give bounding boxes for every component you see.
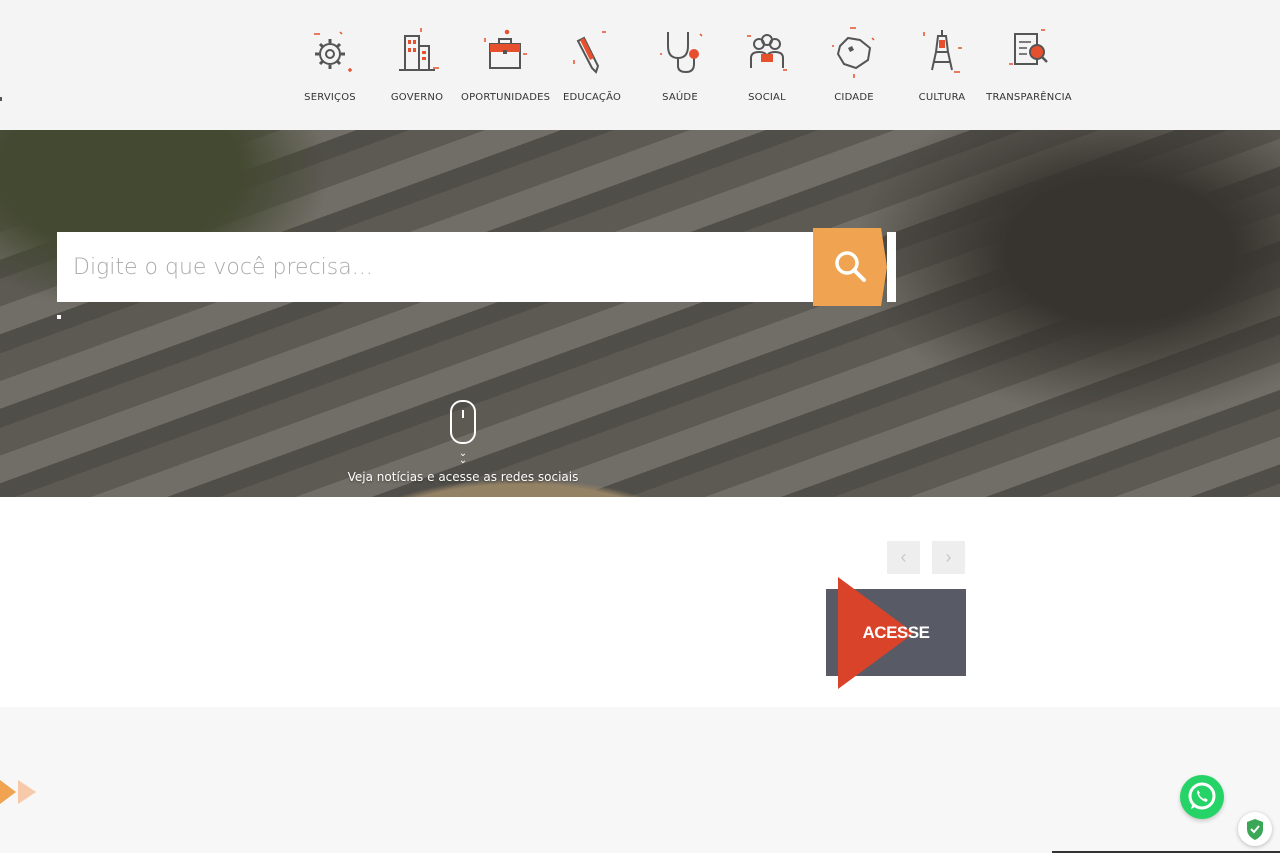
- top-navigation: SERVIÇOS GOVERNO OPORTUNIDADES EDUCAÇÃO: [0, 0, 1280, 130]
- scroll-hint[interactable]: ⌄ ⌄ Veja notícias e acesse as redes socia…: [340, 400, 586, 484]
- stethoscope-icon: [660, 32, 703, 74]
- lower-section: [0, 707, 1280, 853]
- security-badge[interactable]: [1238, 812, 1272, 846]
- nav-label: SERVIÇOS: [304, 92, 356, 103]
- nav-item-educacao[interactable]: EDUCAÇÃO: [548, 24, 636, 103]
- news-section: ‹ › ACESSE: [0, 497, 1280, 707]
- document-magnifier-icon: [1009, 29, 1048, 65]
- nav-label: EDUCAÇÃO: [562, 92, 622, 103]
- decorative-arrows-icon: [0, 780, 36, 804]
- nav-label: GOVERNO: [390, 92, 444, 103]
- nav-label: CIDADE: [834, 92, 874, 103]
- tower-icon: [923, 30, 962, 73]
- briefcase-icon: [484, 29, 527, 69]
- hero-banner: ⌄⌄ Veja notícias e acesse as redes socia…: [0, 130, 1280, 497]
- nav-label: TRANSPARÊNCIA: [986, 92, 1072, 103]
- hero-overlay: [0, 130, 1280, 497]
- whatsapp-icon: [1188, 782, 1216, 810]
- city-map-icon: [832, 27, 875, 78]
- edge-mark: [0, 97, 2, 101]
- prev-button[interactable]: ‹: [887, 541, 920, 574]
- nav-item-governo[interactable]: GOVERNO: [373, 24, 461, 103]
- nav-label: OPORTUNIDADES: [461, 92, 551, 103]
- double-chevron-down-icon: ⌄ ⌄: [458, 448, 468, 466]
- people-group-icon: [747, 34, 787, 71]
- nav-item-cidade[interactable]: CIDADE: [810, 24, 898, 103]
- shield-check-icon: [1247, 819, 1263, 840]
- next-button[interactable]: ›: [932, 541, 965, 574]
- nav-item-social[interactable]: SOCIAL: [723, 24, 811, 103]
- search-edge: [887, 232, 896, 302]
- mouse-icon: [450, 400, 476, 444]
- search-icon: [835, 251, 866, 282]
- decor-dot: [57, 315, 61, 319]
- buildings-icon: [399, 28, 439, 71]
- acesse-label: ACESSE: [862, 623, 930, 642]
- nav-item-cultura[interactable]: CULTURA: [898, 24, 986, 103]
- nav-item-saude[interactable]: SAÚDE: [636, 24, 724, 103]
- gear-icon: [314, 31, 352, 72]
- nav-item-oportunidades[interactable]: OPORTUNIDADES: [461, 24, 551, 103]
- nav-label: CULTURA: [918, 92, 966, 103]
- nav-item-transparencia[interactable]: TRANSPARÊNCIA: [985, 24, 1073, 103]
- nav-label: SOCIAL: [748, 92, 786, 103]
- pencil-icon: [573, 31, 606, 74]
- scroll-hint-text: Veja notícias e acesse as redes sociais: [347, 470, 579, 484]
- acesse-button[interactable]: ACESSE: [826, 577, 966, 689]
- nav-label: SAÚDE: [662, 92, 698, 103]
- search-input[interactable]: [57, 232, 813, 302]
- whatsapp-button[interactable]: [1180, 775, 1224, 819]
- nav-item-servicos[interactable]: SERVIÇOS: [286, 24, 374, 103]
- search-button[interactable]: [813, 228, 887, 306]
